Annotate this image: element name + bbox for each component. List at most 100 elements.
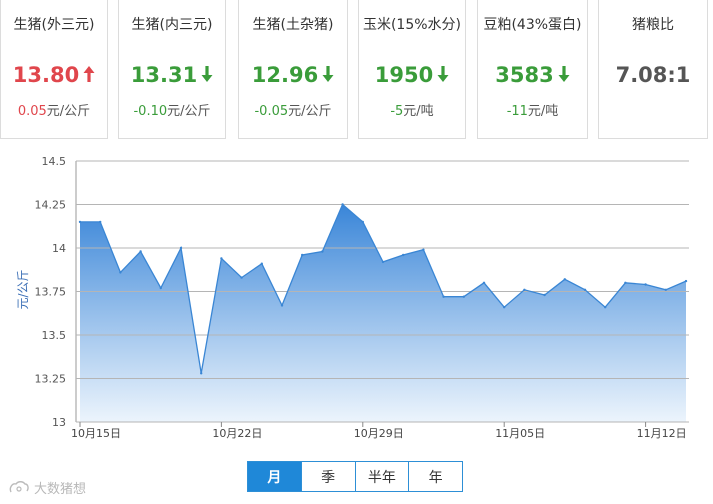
data-point [119,271,122,274]
data-point [543,293,546,297]
card-title: 豆粕(43%蛋白) [483,17,582,33]
data-point [321,250,324,253]
data-point [462,295,465,298]
card-value-text: 1950 [374,63,434,87]
card-title: 玉米(15%水分) [362,17,462,33]
card-change-value: -11 [506,104,528,119]
period-button-3[interactable]: 年 [408,462,462,491]
period-button-1[interactable]: 季 [300,462,355,491]
price-chart-svg: 13 13.25 13.5 13.75 14 14.25 14.5 10月15日 10月22日 1… [16,155,689,440]
data-point [684,279,688,283]
card-change: 0.05元/公斤 [1,100,107,119]
card-title: 生猪(土杂猪) [252,17,334,33]
data-point [523,288,526,291]
y-tick-label: 13.25 [35,373,67,386]
card-change-value: -5 [390,104,404,119]
arrow-down-icon [437,66,449,82]
card-change-unit: 元/吨 [403,104,434,119]
card-value-text: 13.80 [12,63,80,87]
data-point [99,220,102,224]
data-point [139,250,142,253]
card-value-text: 12.96 [251,63,319,87]
data-point [301,253,304,257]
card-value-text: 7.08:1 [615,63,691,87]
data-point [604,306,607,309]
card-change: -5元/吨 [359,100,465,119]
price-chart: 13 13.25 13.5 13.75 14 14.25 14.5 10月15日 10月22日 1… [0,139,713,449]
period-selector: 月季半年年 [247,461,463,492]
card-value-text: 3583 [495,63,554,87]
price-cards: 生猪(外三元) 13.80 0.05元/公斤 生猪(内三元) 13.31 -0.10元/公… [0,0,713,142]
data-point [341,203,344,206]
card-change-unit: 元/吨 [527,104,559,119]
y-tick-label: 13.75 [35,286,67,299]
y-tick-label: 14.25 [35,199,67,212]
price-card-4[interactable]: 豆粕(43%蛋白) 3583 -11元/吨 [477,0,588,139]
card-change-value: -0.05 [254,104,289,119]
price-card-2[interactable]: 生猪(土杂猪) 12.96 -0.05元/公斤 [238,0,348,139]
card-title: 猪粮比 [632,17,674,33]
card-value: 7.08:1 [599,63,707,87]
x-tick-label: 10月29日 [354,427,404,440]
y-axis-label: 元/公斤 [16,269,30,309]
series-area [80,204,686,422]
y-tick-label: 14 [52,242,66,255]
data-point [280,304,284,307]
x-tick-label: 11月05日 [495,427,545,440]
card-title: 生猪(外三元) [13,17,95,33]
price-card-5[interactable]: 猪粮比 7.08:1 [598,0,708,139]
data-point [664,288,667,291]
price-card-0[interactable]: 生猪(外三元) 13.80 0.05元/公斤 [0,0,108,139]
card-value: 1950 [359,63,465,87]
y-tick-label: 14.5 [42,155,67,168]
card-value-text: 13.31 [130,63,198,87]
watermark-text: 大数猪想 [34,482,87,497]
data-point [442,295,445,298]
card-change-value: 0.05 [17,104,47,119]
card-change: -11元/吨 [478,100,587,119]
data-point [563,278,566,281]
data-point [482,281,486,284]
card-title: 生猪(内三元) [131,17,213,33]
card-change-unit: 元/公斤 [46,104,91,119]
arrow-down-icon [558,66,570,82]
card-change-unit: 元/公斤 [167,104,211,119]
data-point [583,288,587,291]
card-change-unit: 元/公斤 [288,104,332,119]
x-tick-label: 10月22日 [212,427,262,440]
data-point [361,220,364,224]
card-change: -0.10元/公斤 [119,100,225,119]
data-point [179,246,183,250]
price-card-1[interactable]: 生猪(内三元) 13.31 -0.10元/公斤 [118,0,226,139]
data-point [402,253,405,257]
data-point [240,276,243,279]
data-point [624,281,627,284]
data-point [200,372,203,375]
x-tick-label: 10月15日 [71,427,121,440]
data-point [78,220,82,224]
data-point [159,286,162,290]
data-point [381,260,385,264]
data-point [260,262,263,265]
y-tick-label: 13.5 [42,329,67,342]
data-point [644,283,647,286]
data-point [503,306,506,309]
arrow-up-icon [83,66,95,82]
card-value: 13.31 [119,63,225,87]
card-value: 12.96 [239,63,347,87]
watermark-logo-icon [9,480,29,492]
card-change-value: -0.10 [133,104,168,119]
data-point [220,257,223,260]
card-change: -0.05元/公斤 [239,100,347,119]
x-tick-label: 11月12日 [637,427,687,440]
y-tick-label: 13 [52,416,66,429]
arrow-down-icon [322,66,334,82]
watermark: 大数猪想 [8,478,86,497]
period-button-2[interactable]: 半年 [354,462,409,491]
data-point [422,248,425,251]
arrow-down-icon [201,66,213,82]
card-value: 3583 [478,63,587,87]
price-card-3[interactable]: 玉米(15%水分) 1950 -5元/吨 [358,0,466,139]
period-button-0[interactable]: 月 [248,462,301,491]
card-value: 13.80 [1,63,107,87]
